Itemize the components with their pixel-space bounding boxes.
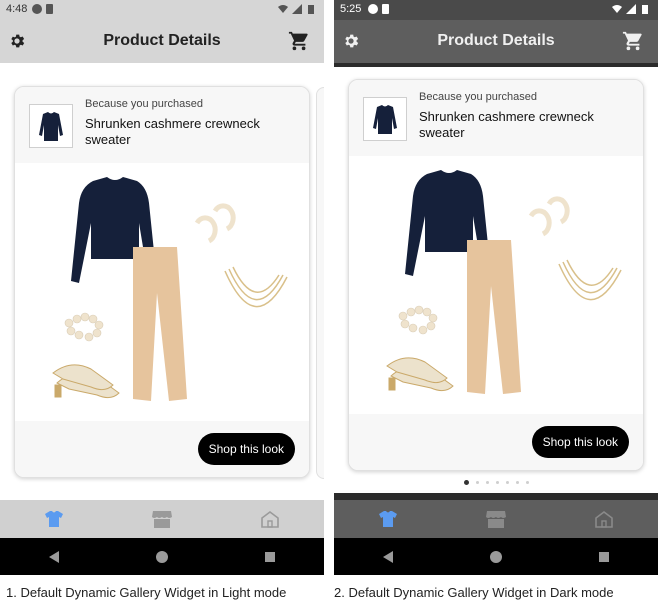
pants-image bbox=[467, 240, 521, 394]
product-name[interactable]: Shrunken cashmere crewneck sweater bbox=[85, 116, 295, 148]
battery-icon bbox=[308, 5, 314, 14]
status-time: 4:48 bbox=[6, 3, 28, 15]
shirt-icon bbox=[379, 511, 397, 527]
nav-item-home[interactable] bbox=[550, 500, 658, 538]
because-you-purchased-label: Because you purchased bbox=[85, 98, 204, 110]
nav-item-shirt[interactable] bbox=[0, 500, 108, 538]
pants-image bbox=[133, 247, 187, 401]
status-time: 5:25 bbox=[340, 3, 362, 15]
status-bar: 5:25 bbox=[334, 0, 658, 20]
app-bar: Product Details bbox=[334, 20, 658, 63]
slingback-shoes-image bbox=[52, 364, 120, 399]
status-right-icons bbox=[278, 4, 316, 14]
pearl-bracelet-image bbox=[64, 312, 104, 342]
shopping-cart-icon[interactable] bbox=[622, 30, 644, 52]
pearl-bracelet-image bbox=[398, 305, 438, 335]
pagination-dot[interactable] bbox=[475, 481, 479, 484]
product-thumbnail bbox=[29, 104, 73, 148]
wifi-icon bbox=[612, 5, 622, 13]
card-footer: Shop this look bbox=[15, 421, 309, 477]
nav-item-store[interactable] bbox=[442, 500, 550, 538]
gallery-card[interactable]: Because you purchased Shrunken cashmere … bbox=[14, 86, 310, 478]
battery-icon bbox=[642, 5, 648, 14]
system-navigation-bar bbox=[0, 538, 324, 575]
signal-icon bbox=[626, 4, 636, 14]
app-bar: Product Details bbox=[0, 20, 324, 63]
nav-item-shirt[interactable] bbox=[334, 500, 442, 538]
pearl-earrings-image bbox=[528, 196, 570, 237]
page-title: Product Details bbox=[437, 32, 555, 49]
shirt-icon bbox=[45, 511, 63, 527]
nav-item-home[interactable] bbox=[216, 500, 324, 538]
phone-light-mode: 4:48 Product Details Because you purchas… bbox=[0, 0, 324, 575]
pagination-dot[interactable] bbox=[485, 481, 489, 484]
nav-item-store[interactable] bbox=[108, 500, 216, 538]
recents-icon[interactable] bbox=[597, 550, 611, 564]
look-image[interactable] bbox=[15, 163, 309, 421]
signal-icon bbox=[292, 4, 302, 14]
card-header: Because you purchased Shrunken cashmere … bbox=[15, 87, 309, 163]
bottom-nav-divider bbox=[334, 493, 658, 500]
gallery-card[interactable]: Because you purchased Shrunken cashmere … bbox=[348, 79, 644, 471]
look-image[interactable] bbox=[349, 156, 643, 414]
caption-dark-mode: 2. Default Dynamic Gallery Widget in Dar… bbox=[334, 585, 614, 600]
home-icon bbox=[261, 511, 279, 528]
product-name[interactable]: Shrunken cashmere crewneck sweater bbox=[419, 109, 629, 141]
sweater-thumbnail-image bbox=[39, 112, 63, 141]
page-title: Product Details bbox=[103, 32, 221, 49]
bottom-navigation bbox=[0, 500, 324, 538]
pagination-dots bbox=[334, 480, 658, 485]
bottom-navigation bbox=[334, 500, 658, 538]
content-area: Because you purchased Shrunken cashmere … bbox=[0, 63, 324, 500]
outfit-illustration bbox=[52, 177, 288, 401]
sim-icon bbox=[382, 4, 389, 14]
back-icon[interactable] bbox=[381, 550, 395, 564]
status-icons bbox=[32, 4, 53, 14]
wifi-icon bbox=[278, 5, 288, 13]
system-navigation-bar bbox=[334, 538, 658, 575]
back-icon[interactable] bbox=[47, 550, 61, 564]
next-card-peek[interactable] bbox=[316, 87, 324, 479]
shop-this-look-button[interactable]: Shop this look bbox=[531, 426, 629, 458]
store-icon bbox=[486, 511, 506, 528]
necklace-image bbox=[224, 266, 288, 308]
notification-icon bbox=[368, 4, 378, 14]
shop-this-look-button[interactable]: Shop this look bbox=[197, 433, 295, 465]
phone-dark-mode: 5:25 Product Details Because you purchas… bbox=[334, 0, 658, 575]
pearl-earrings-image bbox=[194, 203, 236, 244]
pagination-dot[interactable] bbox=[505, 481, 509, 484]
sweater-thumbnail-image bbox=[373, 105, 397, 134]
product-thumbnail bbox=[363, 97, 407, 141]
pagination-dot[interactable] bbox=[463, 480, 469, 485]
status-right-icons bbox=[612, 4, 650, 14]
outfit-illustration bbox=[386, 170, 622, 394]
because-you-purchased-label: Because you purchased bbox=[419, 91, 538, 103]
pagination-dot[interactable] bbox=[495, 481, 499, 484]
sim-icon bbox=[46, 4, 53, 14]
status-icons bbox=[368, 4, 389, 14]
home-circle-icon[interactable] bbox=[489, 550, 503, 564]
pagination-dot[interactable] bbox=[515, 481, 519, 484]
recents-icon[interactable] bbox=[263, 550, 277, 564]
pagination-dot[interactable] bbox=[525, 481, 529, 484]
slingback-shoes-image bbox=[386, 357, 454, 392]
home-icon bbox=[595, 511, 613, 528]
status-bar: 4:48 bbox=[0, 0, 324, 20]
card-footer: Shop this look bbox=[349, 414, 643, 470]
caption-light-mode: 1. Default Dynamic Gallery Widget in Lig… bbox=[6, 585, 287, 600]
card-header: Because you purchased Shrunken cashmere … bbox=[349, 80, 643, 156]
necklace-image bbox=[558, 259, 622, 301]
shopping-cart-icon[interactable] bbox=[288, 30, 310, 52]
content-area: Because you purchased Shrunken cashmere … bbox=[334, 67, 658, 493]
notification-icon bbox=[32, 4, 42, 14]
store-icon bbox=[152, 511, 172, 528]
home-circle-icon[interactable] bbox=[155, 550, 169, 564]
